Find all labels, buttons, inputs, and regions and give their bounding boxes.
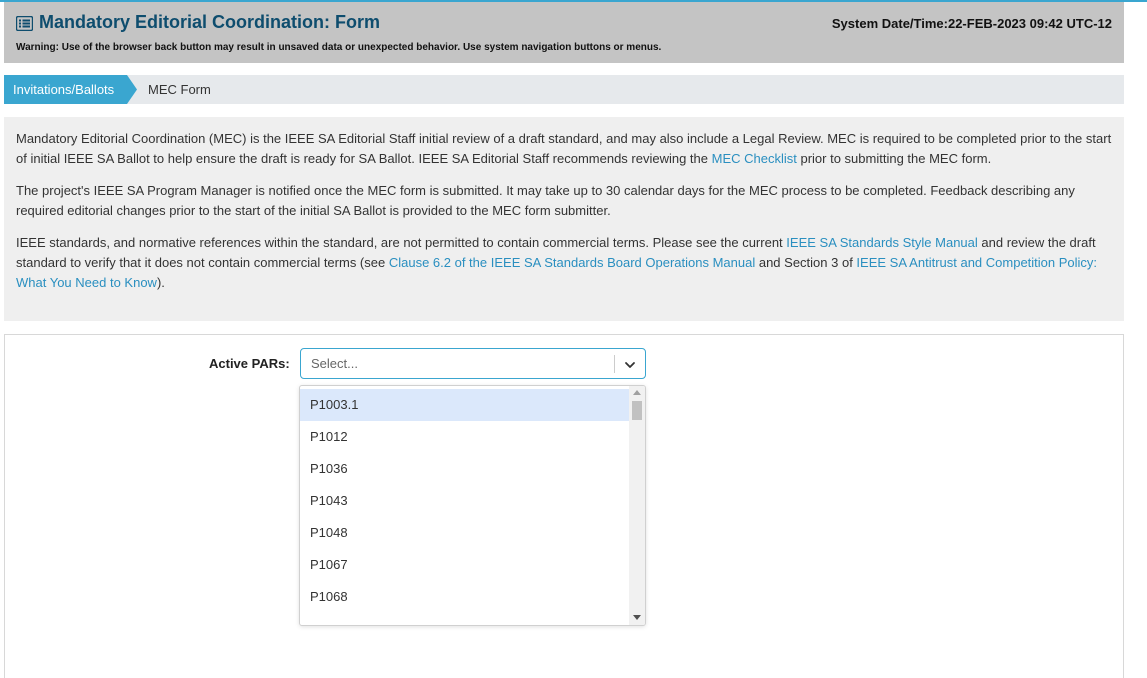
- info-text: prior to submitting the MEC form.: [796, 151, 992, 166]
- info-paragraph-1: Mandatory Editorial Coordination (MEC) i…: [16, 129, 1112, 169]
- page-title: Mandatory Editorial Coordination: Form: [15, 12, 380, 33]
- active-pars-label: Active PARs:: [209, 356, 290, 371]
- page-header: Mandatory Editorial Coordination: Form S…: [4, 2, 1124, 63]
- style-manual-link[interactable]: IEEE SA Standards Style Manual: [786, 235, 978, 250]
- active-pars-placeholder: Select...: [311, 356, 358, 371]
- scroll-down-arrow-icon[interactable]: [633, 615, 641, 620]
- breadcrumb: Invitations/Ballots MEC Form: [4, 75, 1124, 104]
- info-text: IEEE standards, and normative references…: [16, 235, 787, 250]
- info-text: and Section 3 of: [755, 255, 857, 270]
- par-option[interactable]: P1048: [300, 517, 645, 549]
- par-option[interactable]: P1012: [300, 421, 645, 453]
- system-datetime: System Date/Time:22-FEB-2023 09:42 UTC-1…: [831, 16, 1112, 31]
- scroll-up-arrow-icon[interactable]: [633, 390, 641, 395]
- navigation-warning: Warning: Use of the browser back button …: [16, 42, 662, 53]
- operations-manual-link[interactable]: Clause 6.2 of the IEEE SA Standards Boar…: [389, 255, 755, 270]
- list-icon: [15, 15, 34, 32]
- info-text: ).: [156, 275, 165, 290]
- par-option[interactable]: P1036: [300, 453, 645, 485]
- par-option[interactable]: P1003.1: [300, 389, 645, 421]
- info-panel: Mandatory Editorial Coordination (MEC) i…: [4, 117, 1124, 321]
- page-title-text: Mandatory Editorial Coordination: Form: [39, 12, 380, 32]
- info-paragraph-2: The project's IEEE SA Program Manager is…: [16, 183, 1075, 218]
- select-separator: [614, 355, 615, 373]
- active-pars-dropdown[interactable]: P1003.1 P1012 P1036 P1043 P1048 P1067 P1…: [299, 385, 646, 626]
- chevron-down-icon[interactable]: [624, 358, 636, 370]
- active-pars-select[interactable]: Select...: [300, 348, 646, 379]
- mec-checklist-link[interactable]: MEC Checklist: [712, 151, 797, 166]
- scrollbar-thumb[interactable]: [632, 401, 642, 420]
- dropdown-scrollbar[interactable]: [629, 386, 645, 625]
- mec-form: Active PARs: Select... P1003.1 P1012 P10…: [4, 334, 1124, 678]
- breadcrumb-invitations-ballots[interactable]: Invitations/Ballots: [4, 75, 137, 104]
- par-option[interactable]: P1068: [300, 581, 645, 613]
- info-paragraph-3: IEEE standards, and normative references…: [16, 233, 1112, 293]
- par-option[interactable]: P1067: [300, 549, 645, 581]
- breadcrumb-current: MEC Form: [148, 82, 211, 97]
- par-option[interactable]: P1043: [300, 485, 645, 517]
